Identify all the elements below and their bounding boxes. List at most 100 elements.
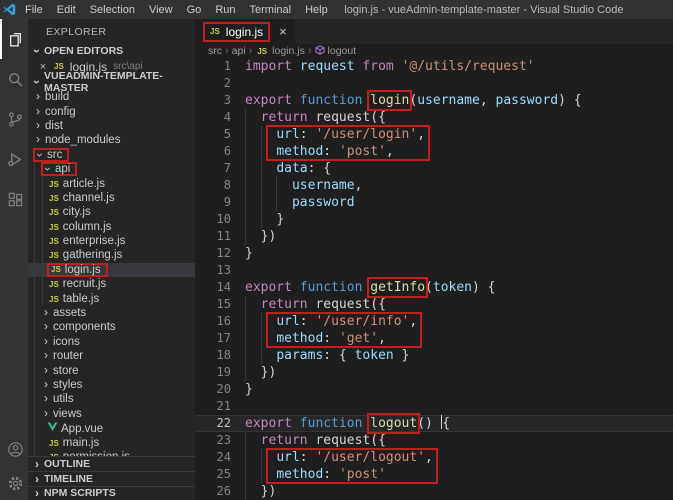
tree-item-permission.js[interactable]: JSpermission.js: [28, 450, 195, 456]
tree-item-styles[interactable]: ›styles: [28, 378, 195, 392]
tree-item-channel.js[interactable]: JSchannel.js: [28, 191, 195, 205]
code-text: username,: [245, 177, 362, 194]
search-icon[interactable]: [0, 59, 28, 99]
code-text: export function getInfo(token) {: [245, 279, 496, 296]
tree-item-recruit.js[interactable]: JSrecruit.js: [28, 277, 195, 291]
tree-item-column.js[interactable]: JScolumn.js: [28, 220, 195, 234]
tree-item-router[interactable]: ›router: [28, 349, 195, 363]
tab-close-icon[interactable]: ×: [279, 25, 287, 38]
menu-terminal[interactable]: Terminal: [243, 0, 299, 19]
tree-item-label: icons: [51, 336, 80, 348]
chevron-right-icon: ›: [41, 336, 51, 346]
line-number: 12: [195, 245, 231, 262]
code-line-14[interactable]: 14export function getInfo(token) {: [195, 279, 673, 296]
panel-outline[interactable]: ›OUTLINE: [28, 457, 195, 472]
tree-item-label: enterprise.js: [61, 235, 126, 247]
tree-item-label: column.js: [61, 221, 112, 233]
settings-gear-icon[interactable]: [0, 466, 28, 500]
code-line-10[interactable]: 10}: [195, 211, 673, 228]
tree-item-enterprise.js[interactable]: JSenterprise.js: [28, 234, 195, 248]
file-tree: ›build›config›dist›node_modules›src›apiJ…: [28, 90, 195, 456]
code-line-23[interactable]: 23return request({: [195, 432, 673, 449]
menu-edit[interactable]: Edit: [50, 0, 83, 19]
explorer-title: EXPLORER: [28, 19, 195, 43]
run-debug-icon[interactable]: [0, 139, 28, 179]
code-line-5[interactable]: 5url: '/user/login',: [195, 126, 673, 143]
code-line-19[interactable]: 19}): [195, 364, 673, 381]
annotation-box-token: logout: [370, 416, 417, 431]
tree-item-dist[interactable]: ›dist: [28, 119, 195, 133]
panel-label: OUTLINE: [44, 458, 90, 470]
code-line-26[interactable]: 26}): [195, 483, 673, 500]
code-line-9[interactable]: 9password: [195, 194, 673, 211]
code-line-25[interactable]: 25method: 'post': [195, 466, 673, 483]
tab-login-js[interactable]: JS login.js ×: [195, 19, 295, 44]
chevron-right-icon: ›: [41, 307, 51, 317]
tree-item-main.js[interactable]: JSmain.js: [28, 435, 195, 449]
js-file-icon: JS: [47, 208, 61, 217]
code-line-8[interactable]: 8username,: [195, 177, 673, 194]
code-line-13[interactable]: 13: [195, 262, 673, 279]
panel-npm-scripts[interactable]: ›NPM SCRIPTS: [28, 486, 195, 500]
code-line-15[interactable]: 15return request({: [195, 296, 673, 313]
tree-item-build[interactable]: ›build: [28, 90, 195, 104]
breadcrumb-item-logout[interactable]: logout: [315, 45, 357, 58]
menu-go[interactable]: Go: [180, 0, 209, 19]
line-number: 9: [195, 194, 231, 211]
breadcrumb-item-login.js[interactable]: JSlogin.js: [255, 45, 304, 57]
code-line-2[interactable]: 2: [195, 75, 673, 92]
account-icon[interactable]: [0, 432, 28, 466]
breadcrumb-label: login.js: [272, 45, 305, 57]
tree-item-article.js[interactable]: JSarticle.js: [28, 176, 195, 190]
tree-item-table.js[interactable]: JStable.js: [28, 291, 195, 305]
tree-item-city.js[interactable]: JScity.js: [28, 205, 195, 219]
code-line-22[interactable]: 22export function logout() {: [195, 415, 673, 432]
line-number: 22: [195, 415, 231, 432]
menu-file[interactable]: File: [18, 0, 50, 19]
menu-view[interactable]: View: [142, 0, 180, 19]
tree-item-src[interactable]: ›src: [28, 148, 195, 162]
menu-selection[interactable]: Selection: [83, 0, 142, 19]
panel-timeline[interactable]: ›TIMELINE: [28, 471, 195, 486]
explorer-icon[interactable]: [0, 19, 28, 59]
code-line-12[interactable]: 12}: [195, 245, 673, 262]
tree-item-assets[interactable]: ›assets: [28, 306, 195, 320]
tree-item-views[interactable]: ›views: [28, 407, 195, 421]
tree-item-App.vue[interactable]: App.vue: [28, 421, 195, 435]
code-line-11[interactable]: 11}): [195, 228, 673, 245]
code-line-17[interactable]: 17method: 'get',: [195, 330, 673, 347]
open-editors-header[interactable]: › OPEN EDITORS: [28, 43, 195, 59]
tree-item-utils[interactable]: ›utils: [28, 392, 195, 406]
js-file-icon: JS: [47, 439, 61, 448]
tree-item-components[interactable]: ›components: [28, 320, 195, 334]
code-line-18[interactable]: 18params: { token }: [195, 347, 673, 364]
code-line-7[interactable]: 7data: {: [195, 160, 673, 177]
code-line-3[interactable]: 3export function login(username, passwor…: [195, 92, 673, 109]
tree-item-node_modules[interactable]: ›node_modules: [28, 133, 195, 147]
menu-help[interactable]: Help: [298, 0, 335, 19]
line-number: 26: [195, 483, 231, 500]
menubar: FileEditSelectionViewGoRunTerminalHelp: [18, 0, 335, 19]
code-text: }: [245, 381, 253, 398]
tree-item-icons[interactable]: ›icons: [28, 335, 195, 349]
code-line-1[interactable]: 1import request from '@/utils/request': [195, 58, 673, 75]
code-editor[interactable]: 1import request from '@/utils/request'23…: [195, 58, 673, 500]
breadcrumb-item-api[interactable]: api: [232, 45, 246, 57]
tree-item-gathering.js[interactable]: JSgathering.js: [28, 248, 195, 262]
code-line-24[interactable]: 24url: '/user/logout',: [195, 449, 673, 466]
code-line-21[interactable]: 21: [195, 398, 673, 415]
tree-item-api[interactable]: ›api: [28, 162, 195, 176]
line-number: 25: [195, 466, 231, 483]
code-line-16[interactable]: 16url: '/user/info',: [195, 313, 673, 330]
tree-item-store[interactable]: ›store: [28, 363, 195, 377]
menu-run[interactable]: Run: [208, 0, 242, 19]
project-root-header[interactable]: › VUEADMIN-TEMPLATE-MASTER: [28, 74, 195, 90]
tree-item-login.js[interactable]: JSlogin.js: [28, 263, 195, 277]
code-line-4[interactable]: 4return request({: [195, 109, 673, 126]
source-control-icon[interactable]: [0, 99, 28, 139]
code-line-6[interactable]: 6method: 'post',: [195, 143, 673, 160]
tree-item-config[interactable]: ›config: [28, 104, 195, 118]
breadcrumb-item-src[interactable]: src: [208, 45, 222, 57]
code-line-20[interactable]: 20}: [195, 381, 673, 398]
extensions-icon[interactable]: [0, 179, 28, 219]
